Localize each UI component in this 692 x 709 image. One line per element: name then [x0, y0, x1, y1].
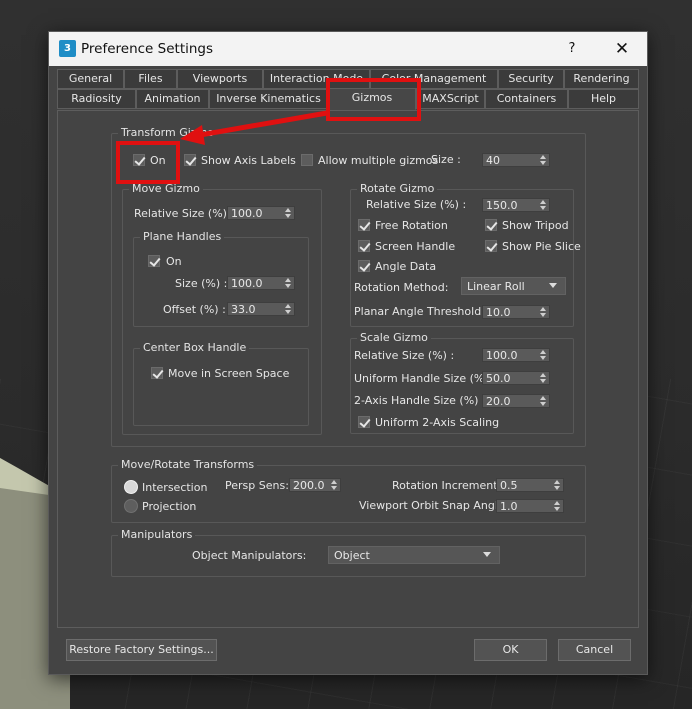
annotation-arrow-icon	[180, 110, 328, 145]
